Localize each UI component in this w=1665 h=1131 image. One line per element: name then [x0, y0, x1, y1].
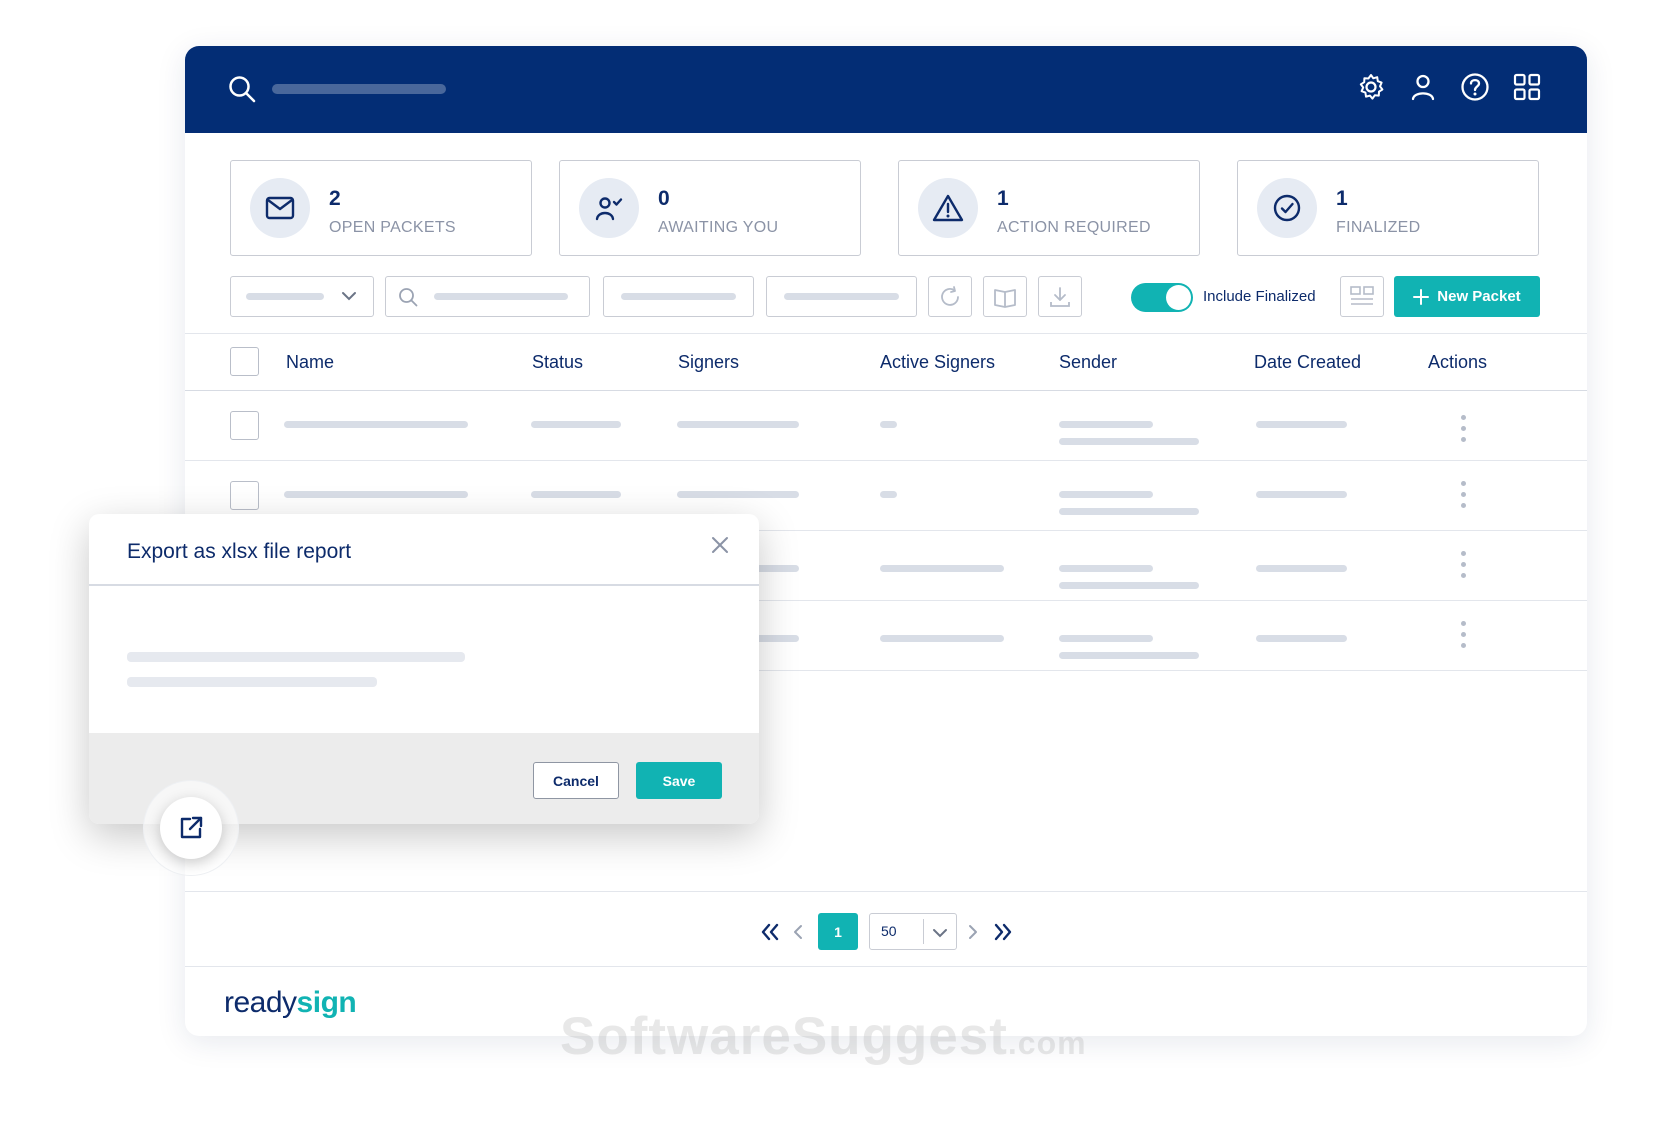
- stat-card-open-packets[interactable]: 2 OPEN PACKETS: [230, 160, 532, 256]
- stat-count: 1: [1336, 187, 1348, 210]
- filter-field[interactable]: [766, 276, 917, 317]
- plus-icon: [1413, 288, 1430, 305]
- next-page-icon[interactable]: [967, 924, 979, 940]
- new-packet-label: New Packet: [1437, 288, 1521, 305]
- external-link-icon: [180, 816, 203, 839]
- first-page-icon[interactable]: [760, 923, 780, 941]
- save-button[interactable]: Save: [636, 762, 722, 799]
- search-icon[interactable]: [227, 74, 257, 104]
- download-icon: [1050, 286, 1070, 307]
- row-checkbox[interactable]: [230, 481, 259, 510]
- include-finalized-label: Include Finalized: [1203, 288, 1316, 305]
- dialog-title: Export as xlsx file report: [127, 540, 352, 563]
- readysign-logo: readysign: [224, 986, 357, 1019]
- external-link-button[interactable]: [160, 797, 222, 859]
- watermark: SoftwareSuggest.com: [560, 1007, 1087, 1066]
- stat-label: ACTION REQUIRED: [997, 219, 1151, 236]
- current-page-button[interactable]: 1: [818, 913, 858, 950]
- stat-count: 0: [658, 187, 670, 210]
- book-button[interactable]: [983, 276, 1027, 317]
- check-circle-icon: [1257, 178, 1317, 238]
- filter-dropdown[interactable]: [230, 276, 374, 317]
- search-icon: [399, 288, 418, 307]
- help-icon[interactable]: [1459, 70, 1491, 104]
- new-packet-button[interactable]: New Packet: [1394, 276, 1540, 317]
- divider: [89, 584, 759, 586]
- divider: [185, 891, 1587, 892]
- book-icon: [994, 288, 1016, 308]
- top-bar: [185, 46, 1587, 133]
- mail-icon: [250, 178, 310, 238]
- export-dialog: Export as xlsx file report Cancel Save: [89, 514, 759, 824]
- apps-grid-icon[interactable]: [1511, 70, 1543, 104]
- prev-page-icon[interactable]: [792, 924, 804, 940]
- table-row[interactable]: [185, 391, 1587, 461]
- layout-button[interactable]: [1340, 276, 1384, 317]
- stat-count: 1: [997, 187, 1009, 210]
- cancel-button[interactable]: Cancel: [533, 762, 619, 799]
- table-search-input[interactable]: [385, 276, 590, 317]
- refresh-icon: [941, 285, 959, 306]
- select-all-checkbox[interactable]: [230, 347, 259, 376]
- stat-label: FINALIZED: [1336, 219, 1421, 236]
- stat-count: 2: [329, 187, 341, 210]
- row-actions-menu-icon[interactable]: [1461, 551, 1466, 584]
- chevron-down-icon: [342, 292, 356, 301]
- column-header-name[interactable]: Name: [286, 352, 334, 373]
- table-header: Name Status Signers Active Signers Sende…: [185, 333, 1587, 391]
- divider: [185, 966, 1587, 967]
- close-icon[interactable]: [709, 534, 731, 556]
- column-header-actions: Actions: [1428, 352, 1488, 372]
- gear-icon[interactable]: [1355, 70, 1387, 104]
- row-actions-menu-icon[interactable]: [1461, 621, 1466, 654]
- row-checkbox[interactable]: [230, 411, 259, 440]
- row-actions-menu-icon[interactable]: [1461, 415, 1466, 448]
- column-header-status[interactable]: Status: [532, 352, 583, 373]
- refresh-button[interactable]: [928, 276, 972, 317]
- download-button[interactable]: [1038, 276, 1082, 317]
- stat-card-action-required[interactable]: 1 ACTION REQUIRED: [898, 160, 1200, 256]
- warning-icon: [918, 178, 978, 238]
- user-icon[interactable]: [1407, 70, 1439, 104]
- row-actions-menu-icon[interactable]: [1461, 481, 1466, 514]
- column-header-sender[interactable]: Sender: [1059, 352, 1117, 373]
- last-page-icon[interactable]: [993, 923, 1013, 941]
- stat-label: AWAITING YOU: [658, 219, 779, 236]
- layout-icon: [1350, 285, 1374, 305]
- chevron-down-icon: [933, 929, 947, 938]
- stat-card-finalized[interactable]: 1 FINALIZED: [1237, 160, 1539, 256]
- column-header-signers[interactable]: Signers: [678, 352, 739, 373]
- filter-field[interactable]: [603, 276, 754, 317]
- search-input[interactable]: [272, 84, 446, 94]
- stat-card-awaiting-you[interactable]: 0 AWAITING YOU: [559, 160, 861, 256]
- include-finalized-toggle[interactable]: [1131, 283, 1193, 312]
- stat-label: OPEN PACKETS: [329, 219, 456, 236]
- column-header-date-created[interactable]: Date Created: [1254, 352, 1361, 373]
- user-check-icon: [579, 178, 639, 238]
- per-page-value: 50: [881, 923, 897, 939]
- per-page-select[interactable]: 50: [869, 913, 957, 950]
- column-header-active-signers[interactable]: Active Signers: [880, 352, 995, 373]
